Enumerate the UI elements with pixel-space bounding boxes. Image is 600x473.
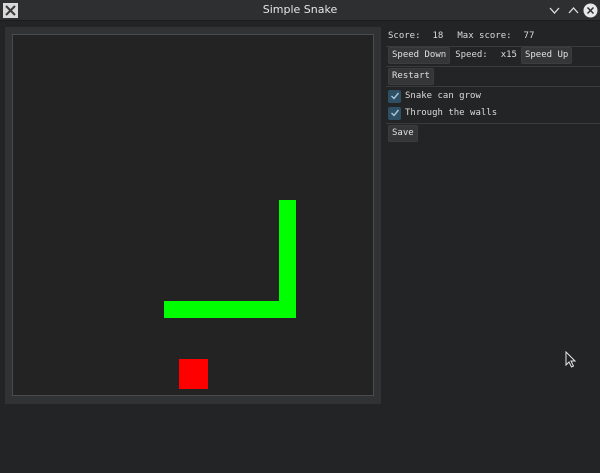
option-snake-can-grow[interactable]: Snake can grow [388, 87, 481, 105]
speed-label: Speed: [455, 50, 488, 60]
score-label: Score: [388, 31, 421, 41]
max-score-value: 77 [523, 31, 535, 41]
checkbox-checked-icon[interactable] [388, 89, 401, 103]
food [179, 359, 208, 389]
option-through-the-walls[interactable]: Through the walls [388, 104, 497, 122]
close-icon[interactable] [583, 3, 598, 18]
restart-button[interactable]: Restart [388, 67, 434, 85]
title-bar: Simple Snake [0, 0, 600, 21]
restart-row: Restart [388, 67, 434, 85]
speed-down-button[interactable]: Speed Down [388, 46, 451, 64]
score-value: 18 [432, 31, 444, 41]
option-label: Snake can grow [405, 91, 481, 101]
checkbox-checked-icon[interactable] [388, 106, 401, 120]
game-board[interactable] [12, 34, 374, 396]
option-label: Through the walls [405, 108, 498, 118]
speed-row: Speed Down Speed: x15 Speed Up [388, 46, 573, 64]
mouse-cursor-icon [565, 351, 576, 368]
max-score-label: Max score: [457, 31, 512, 41]
window-title: Simple Snake [262, 3, 338, 16]
maximize-icon[interactable] [566, 3, 581, 18]
speed-up-button[interactable]: Speed Up [520, 46, 573, 64]
separator [386, 123, 600, 124]
save-row: Save [388, 124, 418, 142]
score-row: Score: 18 Max score: 77 [388, 27, 534, 45]
speed-value: x15 [500, 50, 517, 60]
minimize-icon[interactable] [547, 3, 562, 18]
snake-segment [164, 301, 296, 318]
save-button[interactable]: Save [388, 124, 418, 142]
